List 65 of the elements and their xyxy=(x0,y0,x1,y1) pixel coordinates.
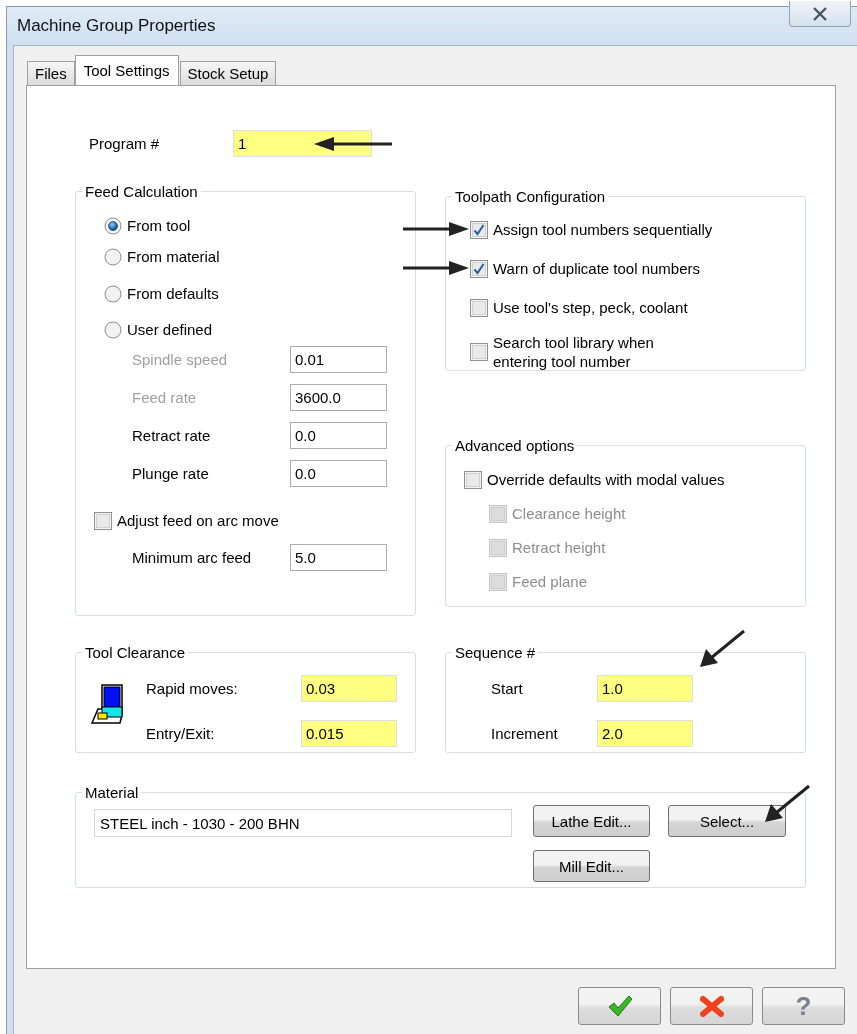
radio-button[interactable] xyxy=(104,247,122,266)
material-button[interactable]: Mill Edit... xyxy=(533,850,650,882)
option-label: Override defaults with modal values xyxy=(487,470,725,489)
option-label: Feed plane xyxy=(512,572,588,591)
checkbox[interactable] xyxy=(464,470,482,489)
group-title: Advanced options xyxy=(454,437,576,454)
field-label: Spindle speed xyxy=(132,351,228,368)
option-label: Warn of duplicate tool numbers xyxy=(493,259,701,278)
annotation-arrow xyxy=(765,784,810,822)
checkbox[interactable] xyxy=(470,259,488,278)
radio-button[interactable] xyxy=(104,320,122,339)
option-label: Search tool library when entering tool number xyxy=(493,333,654,371)
group-title: Feed Calculation xyxy=(84,183,199,200)
close-button[interactable] xyxy=(789,1,851,27)
group-title: Sequence # xyxy=(454,644,537,661)
field-label: Feed rate xyxy=(132,389,197,406)
checkbox[interactable] xyxy=(470,220,488,239)
annotation-arrow xyxy=(403,261,469,275)
annotation-arrow xyxy=(403,222,469,236)
field-label: Minimum arc feed xyxy=(132,549,252,566)
option-label: From material xyxy=(127,247,220,266)
tab[interactable]: Files xyxy=(27,61,75,85)
material-button[interactable]: Lathe Edit... xyxy=(533,805,650,837)
cancel-button[interactable] xyxy=(670,987,753,1025)
text-field[interactable]: 1.0 xyxy=(597,675,693,702)
close-icon xyxy=(811,6,829,21)
window-title: Machine Group Properties xyxy=(17,16,216,36)
group-title: Toolpath Configuration xyxy=(454,188,607,205)
radio-button[interactable] xyxy=(104,216,122,235)
option-label: Use tool's step, peck, coolant xyxy=(493,298,688,317)
close-icon xyxy=(699,995,724,1017)
checkbox[interactable] xyxy=(94,511,112,530)
field-label: Plunge rate xyxy=(132,465,209,482)
group-title: Material xyxy=(84,784,140,801)
tab[interactable]: Stock Setup xyxy=(179,61,277,85)
field-label: Entry/Exit: xyxy=(146,725,215,742)
option-label: Assign tool numbers sequentially xyxy=(493,220,713,239)
tab[interactable]: Tool Settings xyxy=(74,55,179,85)
radio-button[interactable] xyxy=(104,284,122,303)
ok-button[interactable] xyxy=(578,987,661,1025)
checkbox[interactable] xyxy=(470,298,488,317)
field-label: Program # xyxy=(89,135,160,152)
text-field[interactable]: 0.015 xyxy=(301,720,397,747)
text-field[interactable]: 0.0 xyxy=(290,460,387,487)
group-title: Tool Clearance xyxy=(84,644,187,661)
text-field[interactable]: 0.03 xyxy=(301,675,397,702)
option-label: From defaults xyxy=(127,284,219,303)
option-label: Clearance height xyxy=(512,504,626,523)
material-field[interactable]: STEEL inch - 1030 - 200 BHN xyxy=(94,809,512,837)
text-field[interactable]: 2.0 xyxy=(597,720,693,747)
checkbox[interactable] xyxy=(470,343,488,361)
field-label: Retract rate xyxy=(132,427,211,444)
annotation-arrow xyxy=(700,629,745,667)
field-label: Start xyxy=(491,680,523,697)
option-label: From tool xyxy=(127,216,191,235)
text-field[interactable]: 5.0 xyxy=(290,544,387,571)
option-label: Retract height xyxy=(512,538,606,557)
text-field[interactable]: 0.0 xyxy=(290,422,387,449)
checkmark-icon xyxy=(606,994,633,1018)
option-label: Adjust feed on arc move xyxy=(117,511,279,530)
material-button[interactable]: Select... xyxy=(668,805,786,837)
field-label: Increment xyxy=(491,725,558,742)
field-label: Rapid moves: xyxy=(146,680,238,697)
option-label: User defined xyxy=(127,320,213,339)
text-field[interactable]: 1 xyxy=(233,130,372,157)
